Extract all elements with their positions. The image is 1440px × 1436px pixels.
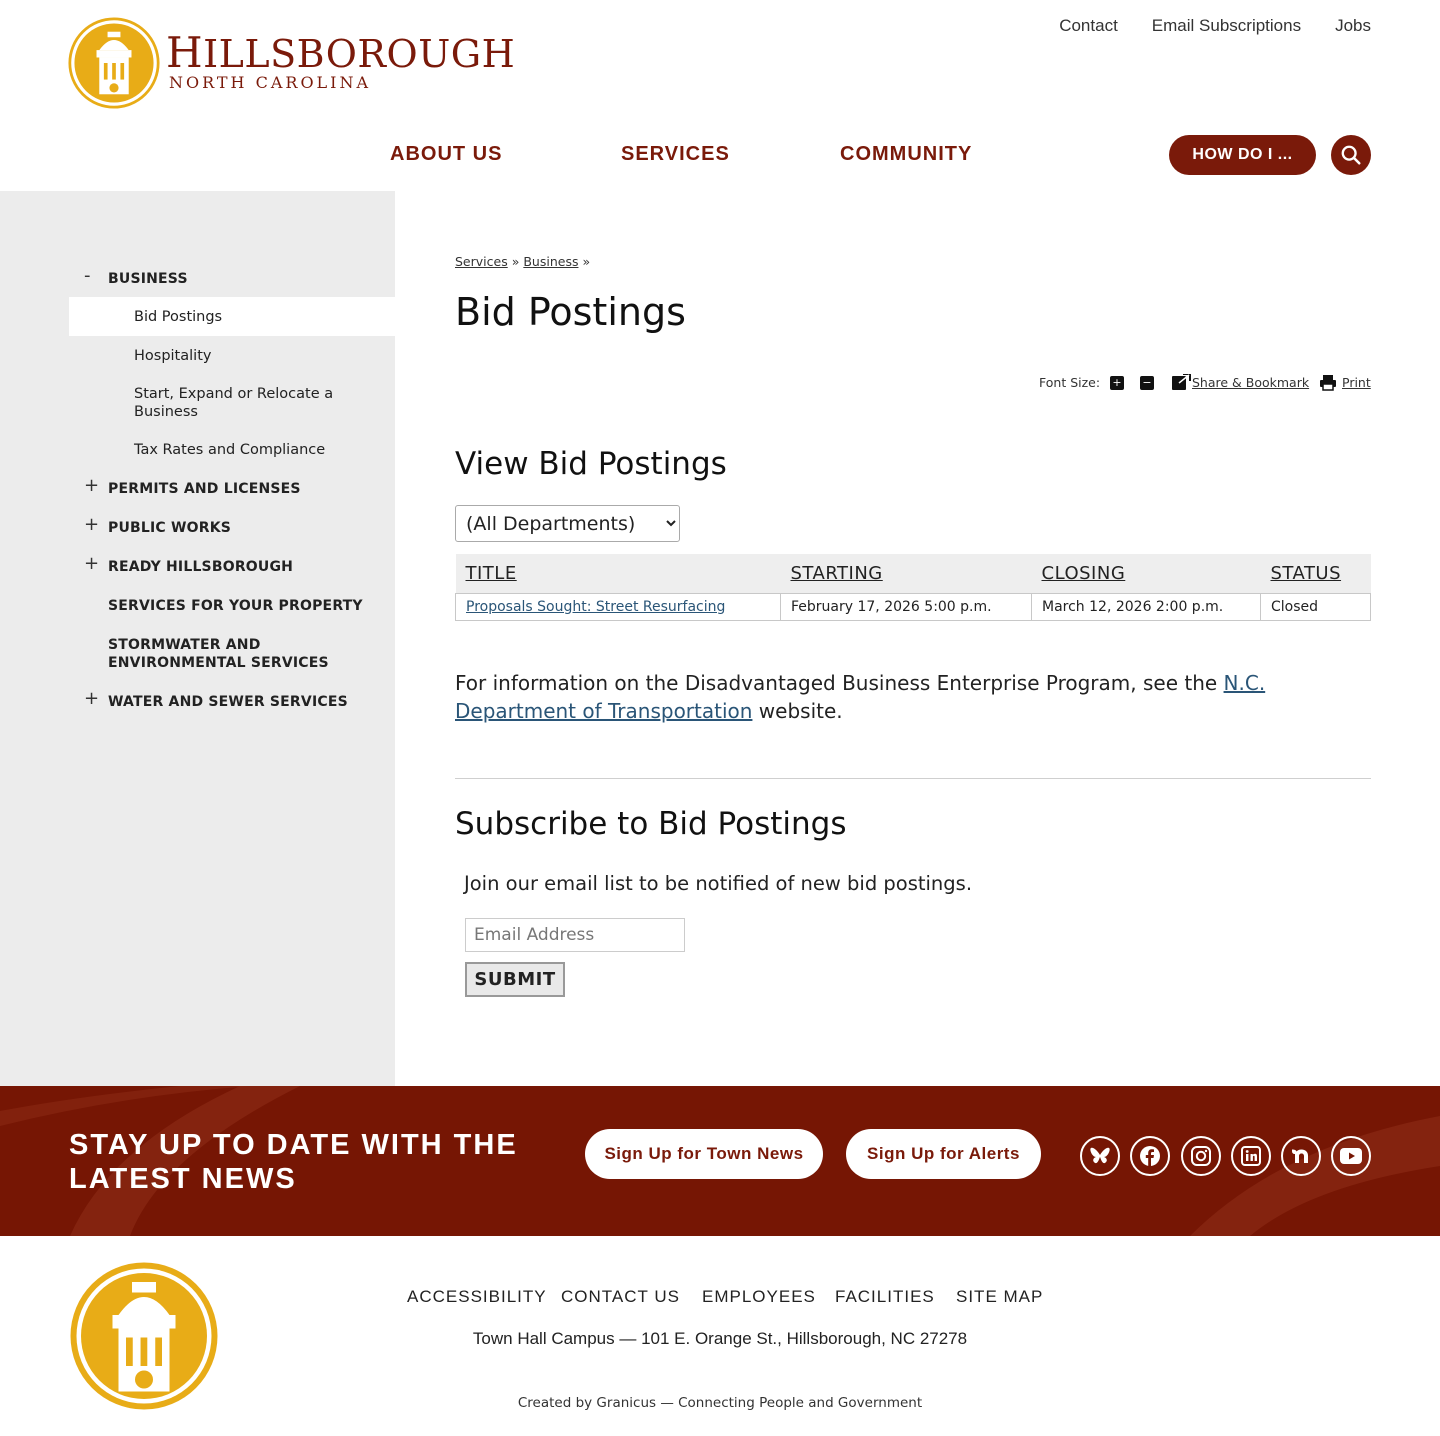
- bid-closing-cell: March 12, 2026 2:00 p.m.: [1031, 592, 1261, 621]
- footer-link-employees[interactable]: EMPLOYEES: [702, 1287, 816, 1307]
- linkedin-icon: [1241, 1146, 1261, 1166]
- site-logo[interactable]: HILLSBOROUGH NORTH CAROLINA: [68, 17, 515, 111]
- instagram-link[interactable]: [1181, 1136, 1221, 1176]
- department-select[interactable]: (All Departments): [455, 505, 680, 542]
- footer-credit[interactable]: Created by Granicus — Connecting People …: [0, 1395, 1440, 1411]
- sidebar-item-label: PUBLIC WORKS: [108, 520, 232, 536]
- footer-link-contact-us[interactable]: CONTACT US: [561, 1287, 680, 1307]
- breadcrumb-separator: »: [511, 254, 520, 269]
- breadcrumb-separator: »: [582, 254, 591, 269]
- dbe-info-text: For information on the Disadvantaged Bus…: [455, 671, 1224, 695]
- subscribe-heading: Subscribe to Bid Postings: [455, 806, 847, 842]
- sidebar-item-label: STORMWATER AND ENVIRONMENTAL SERVICES: [108, 637, 329, 671]
- breadcrumb-services[interactable]: Services: [455, 254, 508, 269]
- util-link-email-subscriptions[interactable]: Email Subscriptions: [1152, 16, 1301, 36]
- print-link[interactable]: Print: [1342, 375, 1371, 390]
- logo-title: HILLSBOROUGH: [166, 28, 516, 77]
- section-divider: [455, 778, 1371, 779]
- footer-link-site-map[interactable]: SITE MAP: [956, 1287, 1043, 1307]
- util-link-jobs[interactable]: Jobs: [1335, 16, 1371, 36]
- sidebar-item-label: SERVICES FOR YOUR PROPERTY: [108, 598, 363, 614]
- expand-toggle[interactable]: +: [84, 477, 99, 495]
- sidebar-item-bid-postings[interactable]: Bid Postings: [69, 297, 395, 336]
- expand-toggle[interactable]: +: [84, 690, 99, 708]
- sign-up-town-news-button[interactable]: Sign Up for Town News: [585, 1129, 823, 1179]
- facebook-icon: [1140, 1146, 1160, 1166]
- email-input[interactable]: [465, 918, 685, 952]
- search-button[interactable]: [1331, 135, 1371, 175]
- news-signup-band: STAY UP TO DATE WITH THE LATEST NEWS Sig…: [0, 1086, 1440, 1236]
- nav-community[interactable]: COMMUNITY: [840, 142, 972, 166]
- sidebar-item-label: Bid Postings: [134, 309, 223, 325]
- share-bookmark-link[interactable]: Share & Bookmark: [1192, 375, 1309, 390]
- bid-status-cell: Closed: [1260, 592, 1371, 621]
- nextdoor-link[interactable]: [1281, 1136, 1321, 1176]
- instagram-icon: [1191, 1146, 1211, 1166]
- table-row: Proposals Sought: Street Resurfacing Feb…: [455, 592, 1371, 621]
- nav-about-us[interactable]: ABOUT US: [390, 142, 502, 166]
- bid-starting-cell: February 17, 2026 5:00 p.m.: [780, 592, 1032, 621]
- footer-link-facilities[interactable]: FACILITIES: [835, 1287, 935, 1307]
- bid-title-cell: Proposals Sought: Street Resurfacing: [455, 592, 781, 621]
- sidebar-item-label: Hospitality: [134, 348, 212, 364]
- bid-title-link[interactable]: Proposals Sought: Street Resurfacing: [466, 599, 725, 615]
- sidebar-item-label: READY HILLSBOROUGH: [108, 559, 294, 575]
- youtube-link[interactable]: [1331, 1136, 1371, 1176]
- linkedin-link[interactable]: [1231, 1136, 1271, 1176]
- util-link-contact[interactable]: Contact: [1059, 16, 1118, 36]
- breadcrumb: Services » Business »: [455, 254, 590, 269]
- sign-up-alerts-button[interactable]: Sign Up for Alerts: [846, 1129, 1041, 1179]
- nextdoor-icon: [1292, 1149, 1308, 1163]
- how-do-i-button[interactable]: HOW DO I ...: [1169, 135, 1316, 175]
- column-closing[interactable]: CLOSING: [1031, 554, 1261, 593]
- font-increase-button[interactable]: +: [1110, 376, 1124, 390]
- page-title: Bid Postings: [455, 290, 686, 334]
- column-title[interactable]: TITLE: [455, 554, 781, 593]
- youtube-icon: [1340, 1148, 1362, 1164]
- facebook-link[interactable]: [1130, 1136, 1170, 1176]
- bluesky-icon: [1090, 1147, 1110, 1164]
- expand-toggle[interactable]: +: [84, 555, 99, 573]
- utility-nav: Contact Email Subscriptions Jobs: [1059, 16, 1371, 36]
- view-bid-postings-heading: View Bid Postings: [455, 446, 727, 482]
- site-header: HILLSBOROUGH NORTH CAROLINA Contact Emai…: [0, 0, 1440, 191]
- bluesky-link[interactable]: [1080, 1136, 1120, 1176]
- dbe-info-suffix: website.: [752, 699, 843, 723]
- sidebar-nav: - BUSINESS Bid Postings Hospitality Star…: [0, 191, 395, 1086]
- sidebar-item-label: Tax Rates and Compliance: [134, 442, 326, 458]
- sidebar-item-label: WATER AND SEWER SERVICES: [108, 694, 348, 710]
- share-icon[interactable]: [1172, 374, 1191, 391]
- town-seal-icon: [68, 17, 160, 109]
- expand-toggle[interactable]: +: [84, 516, 99, 534]
- footer-link-accessibility[interactable]: ACCESSIBILITY: [407, 1287, 547, 1307]
- sidebar-item-label: Start, Expand or Relocate a Business: [134, 386, 334, 420]
- news-band-title: STAY UP TO DATE WITH THE LATEST NEWS: [69, 1129, 518, 1195]
- font-size-label: Font Size:: [1039, 375, 1101, 390]
- search-icon: [1341, 145, 1361, 165]
- nav-services[interactable]: SERVICES: [621, 142, 730, 166]
- sidebar-item-label: PERMITS AND LICENSES: [108, 481, 301, 497]
- collapse-toggle[interactable]: -: [84, 267, 91, 285]
- logo-subtitle: NORTH CAROLINA: [169, 73, 372, 92]
- subscribe-text: Join our email list to be notified of ne…: [464, 872, 973, 895]
- page-tools: Font Size: + − Share & Bookmark Print: [1039, 374, 1371, 392]
- dbe-info-paragraph: For information on the Disadvantaged Bus…: [455, 669, 1371, 725]
- bid-postings-table: TITLE STARTING CLOSING STATUS Proposals …: [455, 554, 1371, 621]
- submit-button[interactable]: SUBMIT: [465, 962, 565, 997]
- column-status[interactable]: STATUS: [1260, 554, 1371, 593]
- sidebar-item-label: BUSINESS: [108, 271, 188, 287]
- column-starting[interactable]: STARTING: [780, 554, 1032, 593]
- print-icon[interactable]: [1320, 374, 1336, 391]
- breadcrumb-business[interactable]: Business: [523, 254, 578, 269]
- font-decrease-button[interactable]: −: [1140, 376, 1154, 390]
- footer-address: Town Hall Campus — 101 E. Orange St., Hi…: [472, 1329, 968, 1348]
